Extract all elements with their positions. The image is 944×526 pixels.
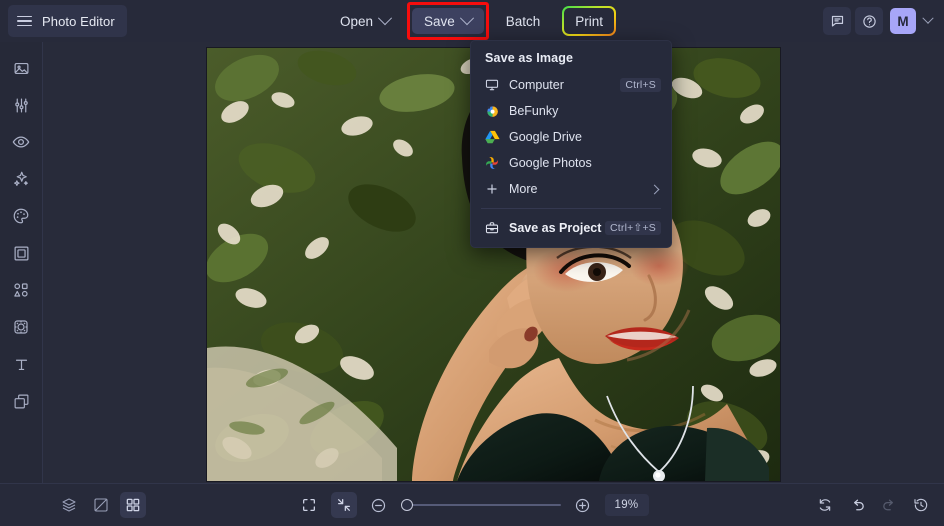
slider-track [400,504,561,506]
open-label: Open [339,13,373,29]
grid-button[interactable] [120,492,146,518]
menu-item-save-as-project[interactable]: Save as Project Ctrl+⇧+S [471,215,671,241]
save-dropdown-menu: Save as Image Computer Ctrl+S BeFunky Go… [470,40,672,248]
plus-icon [485,182,505,196]
chevron-down-icon[interactable] [922,12,934,24]
left-sidebar [0,42,43,498]
save-label: Save [423,13,455,29]
menu-item-more[interactable]: More [471,176,671,202]
batch-label: Batch [505,13,541,29]
sidebar-item-overlays[interactable] [6,315,36,339]
app-menu-button[interactable]: Photo Editor [8,5,127,37]
save-button[interactable]: Save [411,8,484,34]
shrink-button[interactable] [330,492,357,518]
top-header: Photo Editor Open Save Batch Print M [0,0,944,42]
zoom-in-button[interactable] [570,492,596,518]
bottom-toolbar: 19% [0,483,944,526]
menu-item-befunky[interactable]: BeFunky [471,98,671,124]
befunky-logo-icon [485,104,505,118]
briefcase-icon [485,221,505,235]
zoom-out-button[interactable] [366,492,392,518]
zoom-slider[interactable] [400,498,561,512]
chevron-down-icon [377,11,393,26]
bottom-left-group [56,484,146,526]
menu-item-label: Google Drive [509,130,582,144]
sidebar-item-text[interactable] [6,352,36,376]
print-button[interactable]: Print [564,8,615,34]
menu-divider [481,208,661,209]
header-right-group: M [823,0,938,42]
fit-screen-button[interactable] [296,492,322,518]
zoom-level-value[interactable]: 19% [604,494,649,516]
print-label: Print [575,13,604,29]
shortcut-badge: Ctrl+⇧+S [605,220,661,236]
google-photos-icon [485,156,505,170]
sidebar-item-effects[interactable] [6,167,36,191]
chevron-right-icon [649,184,660,194]
menu-title: Save as Image [485,51,574,65]
sidebar-item-textures[interactable] [6,389,36,413]
print-button-wrapper: Print [562,6,617,36]
monitor-icon [485,78,505,92]
google-drive-icon [485,130,505,144]
feedback-icon[interactable] [823,7,851,35]
menu-item-label: Save as Project [509,221,602,235]
header-toolbar: Open Save Batch Print [0,0,944,42]
sidebar-item-touchup[interactable] [6,130,36,154]
help-icon[interactable] [855,7,883,35]
sidebar-item-edit[interactable] [6,93,36,117]
menu-item-computer[interactable]: Computer Ctrl+S [471,72,671,98]
sidebar-item-artsy[interactable] [6,204,36,228]
slider-handle[interactable] [400,499,413,511]
menu-item-google-drive[interactable]: Google Drive [471,124,671,150]
menu-item-label: More [509,182,538,196]
history-button[interactable] [908,492,934,518]
bottom-right-group [812,484,934,526]
photo-editor-app: Photo Editor Open Save Batch Print M Sav… [0,0,944,526]
avatar[interactable]: M [890,8,916,34]
save-button-wrapper: Save [406,2,489,40]
hamburger-icon [17,15,32,27]
menu-item-google-photos[interactable]: Google Photos [471,150,671,176]
menu-item-label: BeFunky [509,104,559,118]
batch-button[interactable]: Batch [494,8,553,34]
layers-button[interactable] [56,492,82,518]
app-title: Photo Editor [42,13,115,29]
sidebar-item-image[interactable] [6,56,36,80]
reset-button[interactable] [812,492,838,518]
shortcut-badge: Ctrl+S [620,77,661,93]
menu-item-label: Google Photos [509,156,592,170]
open-button[interactable]: Open [328,8,402,34]
compare-button[interactable] [88,492,114,518]
sidebar-item-frames[interactable] [6,241,36,265]
sidebar-item-graphics[interactable] [6,278,36,302]
undo-button[interactable] [844,492,870,518]
menu-item-label: Computer [509,78,564,92]
chevron-down-icon [459,11,474,26]
redo-button[interactable] [876,492,902,518]
